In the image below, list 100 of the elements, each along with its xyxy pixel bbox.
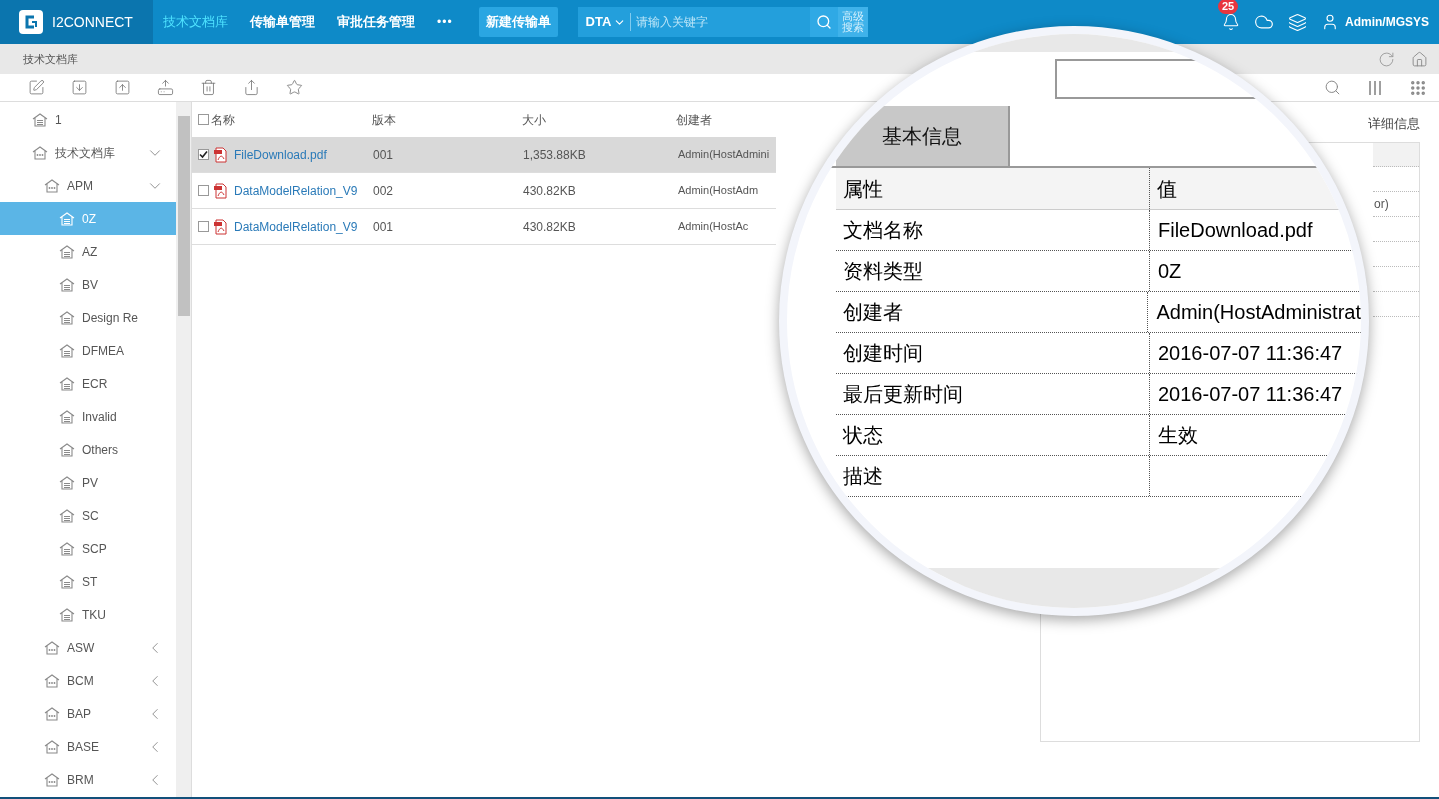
- tree-item[interactable]: 1: [0, 103, 176, 136]
- table-cell-text: Admin(HostAdmini: [678, 147, 770, 163]
- tree-item[interactable]: DFMEA: [0, 334, 176, 367]
- property-cell: 描述: [836, 456, 1150, 496]
- logo-text: I2CONNECT: [52, 12, 133, 32]
- scrollbar-thumb[interactable]: [177, 116, 190, 316]
- house-dots-icon: [44, 772, 60, 787]
- house-dots-icon: [44, 706, 60, 721]
- scrollbar[interactable]: [176, 102, 192, 797]
- file-row[interactable]: FileDownload.pdf 001 1,353.88KB Admin(HostAdmini: [192, 137, 776, 173]
- table-cell-text: Admin(HostAc: [678, 219, 749, 235]
- edit-icon[interactable]: [28, 79, 45, 96]
- table-cell-text: 430.82KB: [523, 218, 577, 236]
- property-cell: 创建时间: [836, 333, 1150, 373]
- tree-item[interactable]: 技术文档库: [0, 136, 176, 169]
- value-cell-text: 2016-07-07 11:36:47: [1157, 341, 1343, 366]
- grid-icon[interactable]: [1409, 78, 1427, 97]
- house-dots-icon: [44, 640, 60, 655]
- nav-tab[interactable]: 审批任务管理: [337, 12, 415, 32]
- column-header[interactable]: 版本: [372, 110, 522, 129]
- house-lines-icon: [59, 475, 75, 490]
- tree-item[interactable]: Invalid: [0, 400, 176, 433]
- magnified-tab[interactable]: 基本信息: [836, 106, 1010, 166]
- detail-tab[interactable]: 详细信息: [1368, 114, 1420, 134]
- house-lines-icon: [59, 211, 75, 226]
- tree-item[interactable]: Design Re: [0, 301, 176, 334]
- tree-item[interactable]: TKU: [0, 598, 176, 631]
- bell-icon[interactable]: [1222, 13, 1240, 31]
- house-lines-icon: [59, 442, 75, 457]
- upload-icon[interactable]: [114, 79, 131, 96]
- value-cell-text: Admin(HostAdministrat: [1155, 300, 1361, 325]
- house-lines-icon: [59, 607, 75, 622]
- search-button[interactable]: [810, 7, 839, 37]
- file-link[interactable]: DataModelRelation_V9: [234, 181, 358, 200]
- search-input[interactable]: 请输入关键字: [630, 13, 811, 31]
- upload-box-icon[interactable]: [157, 79, 174, 96]
- house-lines-icon: [59, 244, 75, 259]
- house-lines-icon: [59, 376, 75, 391]
- user-icon[interactable]: [1321, 13, 1339, 31]
- property-cell: 文档名称: [836, 210, 1150, 250]
- tree-item[interactable]: APM: [0, 169, 176, 202]
- table-cell-text: Admin(HostAdm: [678, 183, 759, 199]
- value-cell-text: 0Z: [1157, 259, 1182, 284]
- magnified-column-header: 值: [1156, 176, 1178, 202]
- user-name[interactable]: Admin/MGSYS: [1345, 13, 1429, 31]
- detail-table-header: [1373, 142, 1419, 167]
- tree-item[interactable]: ASW: [0, 631, 176, 664]
- property-cell: 最后更新时间: [836, 374, 1150, 414]
- row-checkbox[interactable]: [198, 149, 209, 160]
- tree-item[interactable]: AZ: [0, 235, 176, 268]
- search-icon[interactable]: [816, 14, 833, 30]
- tree-item[interactable]: BRM: [0, 763, 176, 796]
- layers-icon[interactable]: [1288, 12, 1307, 32]
- columns-icon[interactable]: [1367, 79, 1383, 96]
- tree-item[interactable]: SC: [0, 499, 176, 532]
- table-cell-text: 002: [373, 182, 395, 200]
- share-icon[interactable]: [243, 79, 260, 96]
- select-all-checkbox[interactable]: [198, 114, 209, 125]
- row-checkbox[interactable]: [198, 185, 209, 196]
- house-lines-icon: [59, 508, 75, 523]
- tree-item[interactable]: SCP: [0, 532, 176, 565]
- pdf-file-icon: [213, 218, 229, 235]
- column-header[interactable]: 名称: [210, 110, 373, 129]
- tree-item[interactable]: BAP: [0, 697, 176, 730]
- house-lines-icon: [59, 409, 75, 424]
- trash-icon[interactable]: [200, 79, 217, 96]
- magnified-column-header: 属性: [836, 168, 1150, 209]
- refresh-icon[interactable]: [1378, 50, 1395, 68]
- table-cell-text: 001: [373, 146, 395, 164]
- table-cell-text: 001: [373, 218, 395, 236]
- star-icon[interactable]: [286, 79, 303, 96]
- tree-item[interactable]: ECR: [0, 367, 176, 400]
- download-icon[interactable]: [71, 79, 88, 96]
- column-header[interactable]: 创建者: [676, 110, 776, 129]
- row-checkbox[interactable]: [198, 221, 209, 232]
- house-lines-icon: [59, 541, 75, 556]
- column-header[interactable]: 大小: [521, 110, 677, 129]
- property-cell: 资料类型: [836, 251, 1150, 291]
- home-icon[interactable]: [1411, 50, 1428, 68]
- tree-item[interactable]: ST: [0, 565, 176, 598]
- house-lines-icon: [59, 343, 75, 358]
- tree-item[interactable]: BCM: [0, 664, 176, 697]
- tree-item[interactable]: Others: [0, 433, 176, 466]
- value-cell-text: 2016-07-07 11:36:47: [1157, 382, 1343, 407]
- breadcrumb[interactable]: 技术文档库: [23, 50, 78, 68]
- house-lines-icon: [59, 310, 75, 325]
- detail-cell-text: or): [1374, 195, 1389, 213]
- file-link[interactable]: DataModelRelation_V9: [234, 217, 358, 236]
- property-cell: 状态: [836, 415, 1150, 455]
- pdf-file-icon: [213, 182, 229, 199]
- tree-item[interactable]: PV: [0, 466, 176, 499]
- house-dots-icon: [44, 178, 60, 193]
- more-menu[interactable]: •••: [437, 13, 453, 31]
- tree-item[interactable]: BV: [0, 268, 176, 301]
- tree-item[interactable]: BASE: [0, 730, 176, 763]
- logo-icon: [19, 10, 43, 34]
- house-dots-icon: [44, 739, 60, 754]
- nav-tab[interactable]: 传输单管理: [250, 12, 315, 32]
- search-icon[interactable]: [1324, 79, 1341, 96]
- notification-badge: 25: [1218, 0, 1239, 14]
